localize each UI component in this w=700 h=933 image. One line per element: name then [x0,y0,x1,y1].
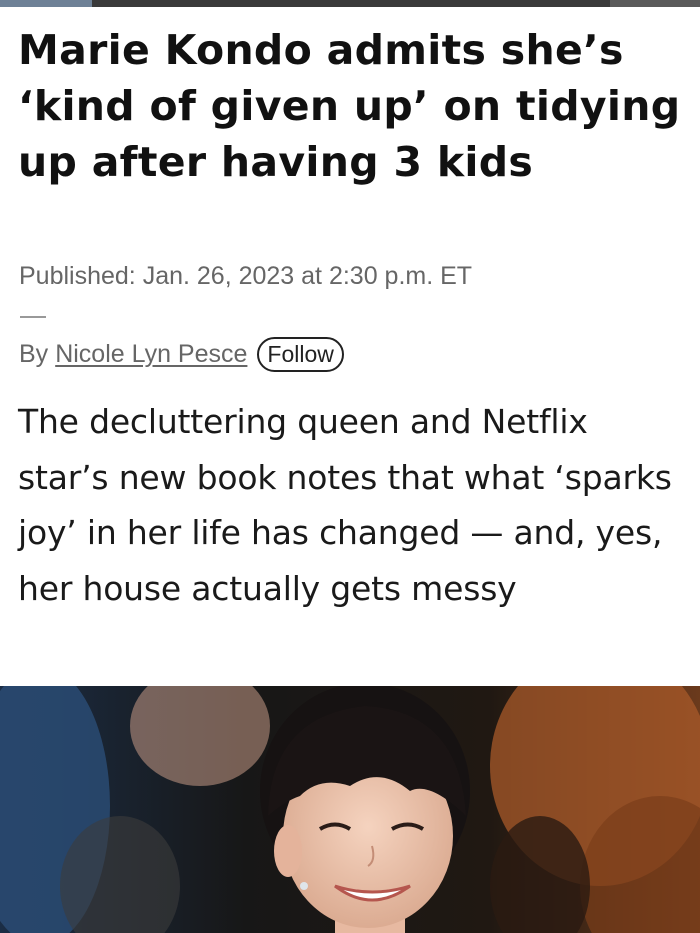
hero-photo-illustration [0,686,700,933]
author-link[interactable]: Nicole Lyn Pesce [55,340,247,369]
follow-button[interactable]: Follow [257,337,344,372]
progress-segment [0,0,92,7]
byline-prefix: By [19,340,49,368]
article-headline: Marie Kondo admits she’s ‘kind of given … [18,26,681,186]
article-dek: The decluttering queen and Netflix star’… [18,402,672,608]
article-hero-image [0,686,700,933]
publish-date: Published: Jan. 26, 2023 at 2:30 p.m. ET [19,262,473,290]
progress-segment-end [610,0,700,7]
byline: By Nicole Lyn Pesce Follow [19,337,344,372]
top-progress-bar [0,0,700,7]
meta-divider [20,316,46,318]
